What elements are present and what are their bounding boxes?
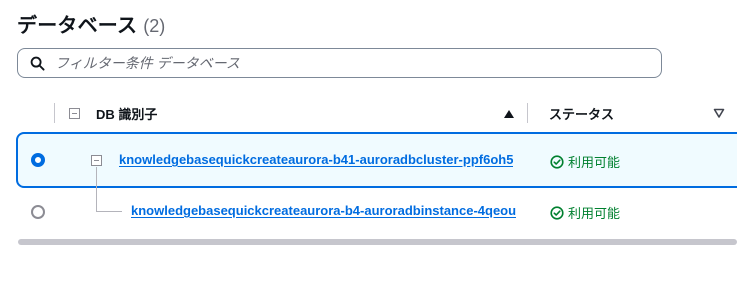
tree-connector [96, 211, 122, 212]
table-row[interactable]: knowledgebasequickcreateaurora-b41-auror… [16, 132, 737, 189]
status-label: 利用可能 [568, 206, 621, 221]
success-icon [550, 205, 564, 220]
panel-header: データベース (2) [17, 9, 165, 37]
success-icon [550, 154, 564, 169]
table-header: DB 識別子 ステータス [0, 96, 737, 128]
databases-panel: データベース (2) DB 識別子 ステータス knowledgebasequi… [0, 0, 737, 291]
collapse-row-icon[interactable] [91, 155, 102, 166]
column-header-status[interactable]: ステータス [549, 104, 614, 123]
sort-ascending-icon[interactable] [503, 108, 515, 120]
page-title: データベース [17, 15, 138, 37]
column-header-db-identifier[interactable]: DB 識別子 [96, 104, 157, 123]
db-identifier-link[interactable]: knowledgebasequickcreateaurora-b4-aurora… [131, 203, 516, 218]
row-select-radio[interactable] [31, 153, 45, 167]
db-identifier-link[interactable]: knowledgebasequickcreateaurora-b41-auror… [119, 152, 513, 167]
column-resizer[interactable] [527, 103, 528, 123]
search-field[interactable] [17, 48, 662, 78]
row-select-radio[interactable] [31, 205, 45, 219]
collapse-all-icon[interactable] [69, 108, 80, 119]
status-label: 利用可能 [568, 155, 621, 170]
table-row[interactable]: knowledgebasequickcreateaurora-b4-aurora… [16, 189, 737, 233]
horizontal-scrollbar[interactable] [18, 239, 737, 245]
tree-connector [96, 167, 97, 189]
search-input[interactable] [55, 55, 635, 71]
status-available: 利用可能 [550, 152, 620, 171]
search-icon [29, 55, 45, 71]
item-count: (2) [143, 16, 166, 36]
column-divider [54, 103, 55, 123]
sort-descending-icon[interactable] [713, 107, 725, 119]
tree-connector [96, 189, 97, 211]
status-available: 利用可能 [550, 203, 620, 222]
